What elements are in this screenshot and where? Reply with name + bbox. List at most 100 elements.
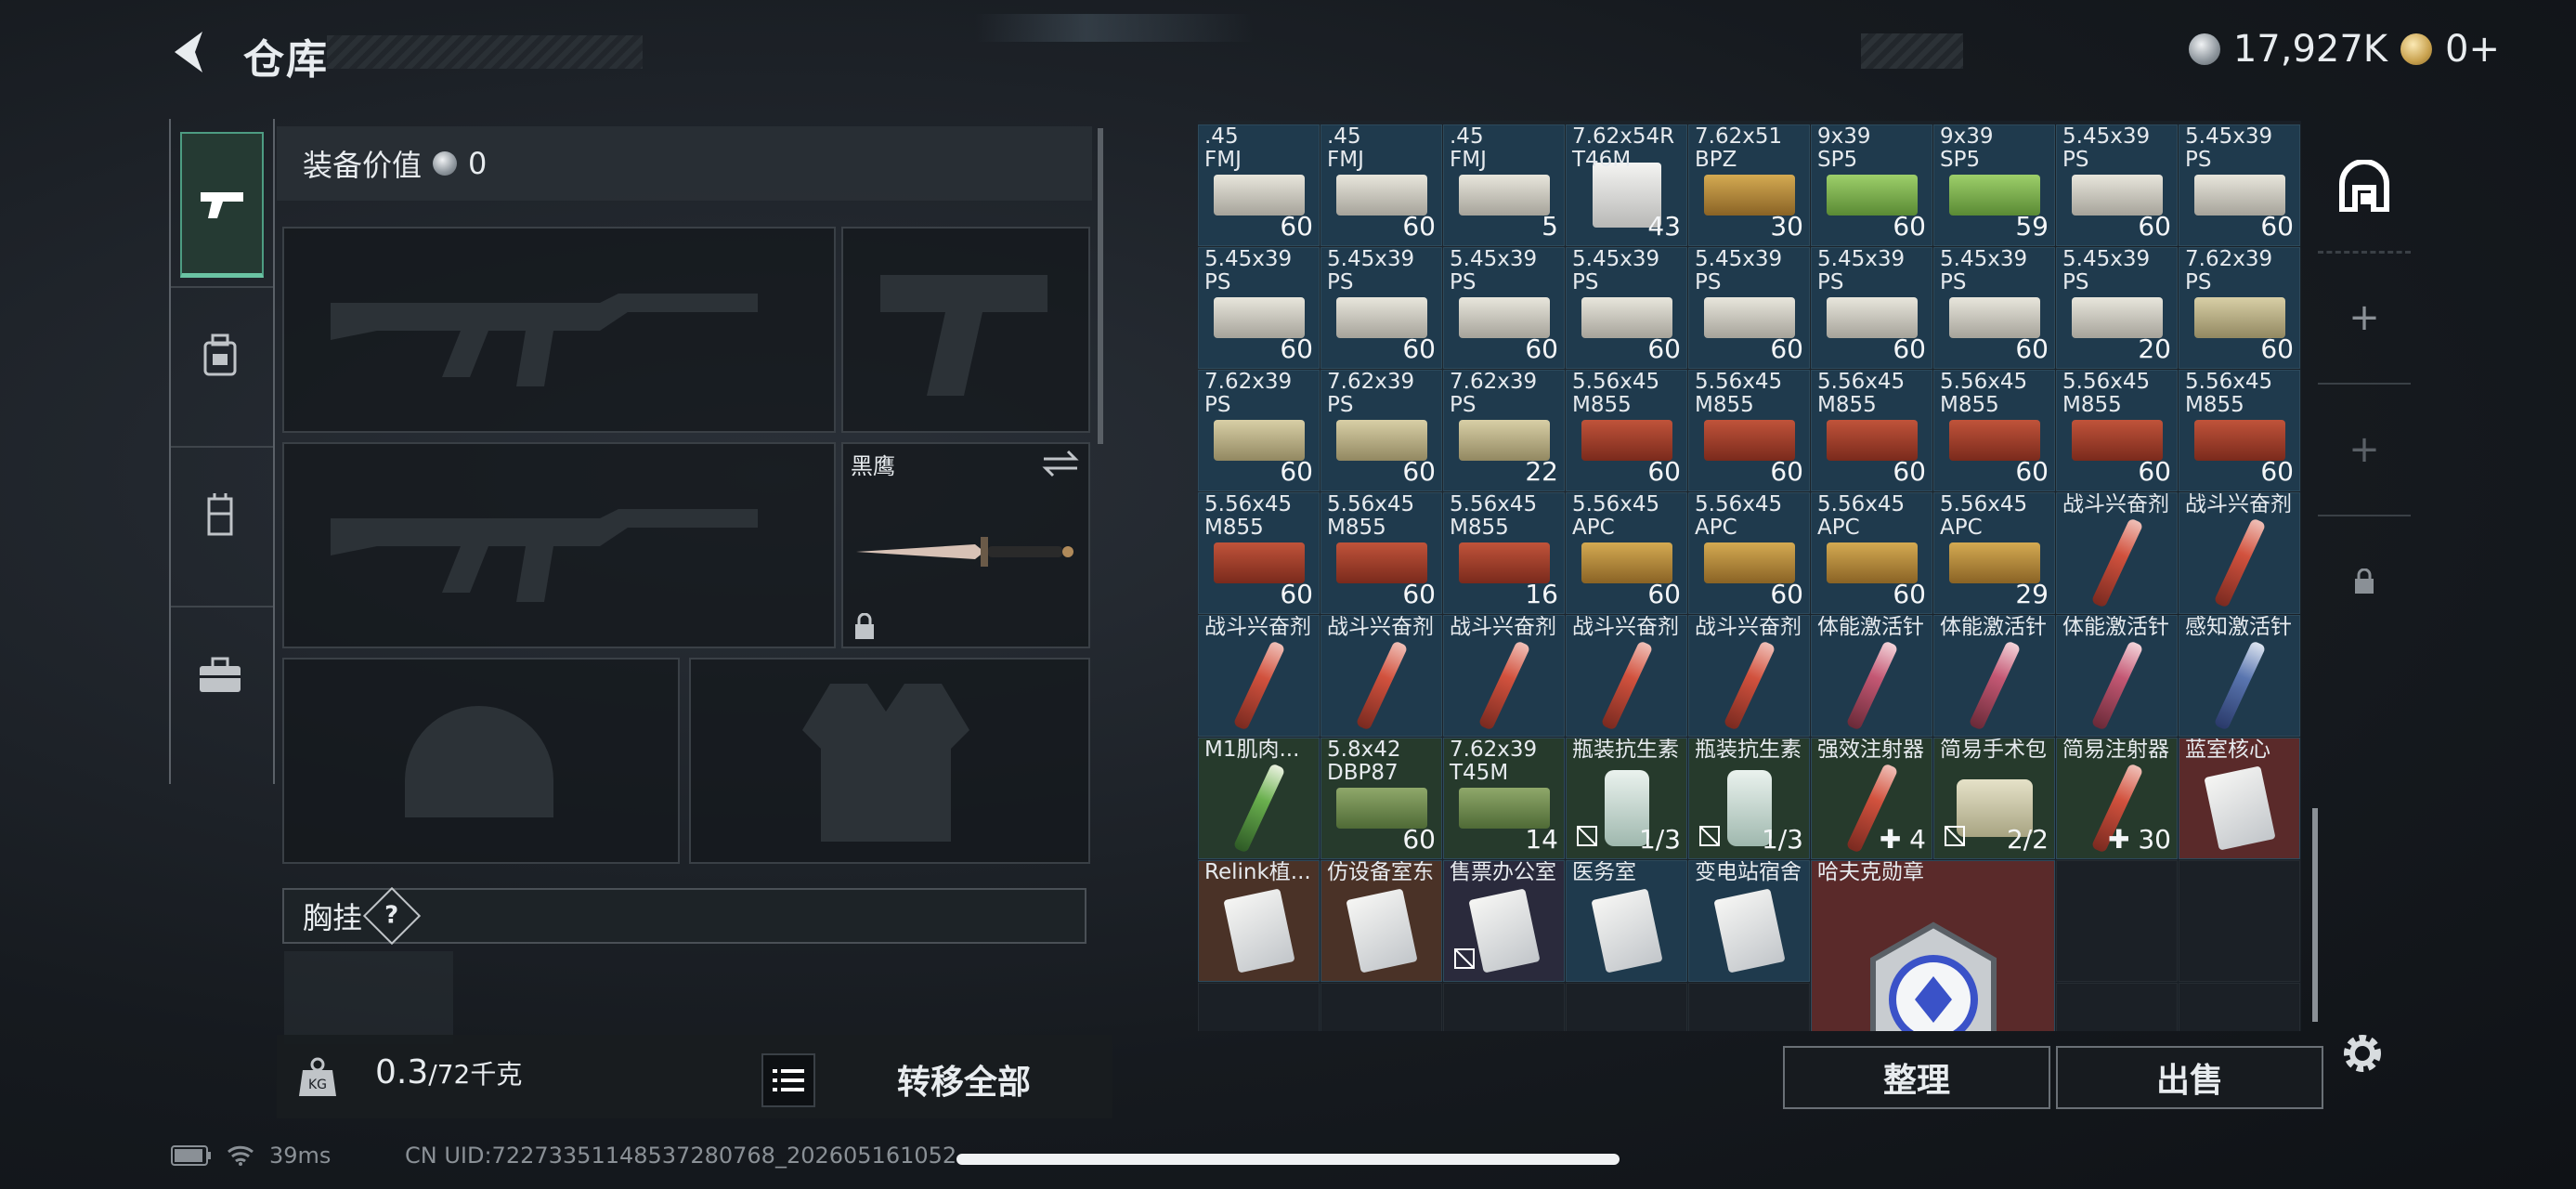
stash-item[interactable]: 7.62x39 T45M 14	[1443, 738, 1565, 859]
tab-armor[interactable]	[180, 446, 260, 585]
stash-item[interactable]: 5.45x39 PS 60	[2056, 124, 2178, 246]
tab-weapons[interactable]	[180, 132, 264, 278]
stash-item[interactable]: .45 FMJ 5	[1443, 124, 1565, 246]
stash-item[interactable]: M1肌肉...	[1198, 738, 1320, 859]
ammo-box-icon	[1826, 542, 1918, 583]
ammo-box-icon	[1213, 174, 1305, 216]
item-name: 哈夫克勋章	[1817, 860, 1924, 884]
stash-item[interactable]: 7.62x39 PS 60	[2179, 247, 2300, 369]
stash-item[interactable]: 瓶装抗生素 1/3	[1566, 738, 1687, 859]
stash-item[interactable]: 5.56x45 M855 60	[1198, 492, 1320, 614]
stash-item[interactable]: 医务室	[1566, 860, 1687, 982]
item-name: 5.56x45 M855	[1817, 370, 1906, 417]
stash-item[interactable]: 战斗兴奋剂	[2056, 492, 2178, 614]
stash-item[interactable]: 5.56x45 APC 60	[1811, 492, 1932, 614]
stash-item[interactable]: 5.45x39 PS 60	[1321, 247, 1442, 369]
transfer-all-button[interactable]: 转移全部	[897, 1055, 1031, 1104]
tab-case[interactable]	[180, 606, 260, 745]
back-arrow-icon[interactable]	[167, 26, 212, 78]
stash-item[interactable]: 蓝室核心	[2179, 738, 2300, 859]
stash-page-add-2[interactable]: +	[2318, 385, 2411, 516]
list-view-button[interactable]	[761, 1053, 815, 1107]
stash-item[interactable]: .45 FMJ 60	[1321, 124, 1442, 246]
stash-item[interactable]: 5.56x45 M855 60	[1688, 370, 1810, 491]
stash-item[interactable]: 7.62x39 PS 60	[1198, 370, 1320, 491]
stash-item[interactable]: 5.56x45 M855 16	[1443, 492, 1565, 614]
stash-item[interactable]: 简易手术包 2/2	[1933, 738, 2055, 859]
stash-item[interactable]: 5.45x39 PS 60	[1811, 247, 1932, 369]
syringe-icon	[1723, 640, 1776, 731]
stash-item[interactable]: 5.56x45 M855 60	[2179, 370, 2300, 491]
helmet-silhouette-icon	[405, 706, 553, 817]
stash-page-add-1[interactable]: +	[2318, 253, 2411, 385]
stash-item[interactable]: 体能激活针	[1933, 615, 2055, 737]
stash-page-main[interactable]	[2318, 121, 2411, 254]
stash-item[interactable]: 5.45x39 PS 20	[2056, 247, 2178, 369]
stash-item[interactable]: 5.45x39 PS 60	[1566, 247, 1687, 369]
stash-item[interactable]: 战斗兴奋剂	[1443, 615, 1565, 737]
stash-item[interactable]: 5.45x39 PS 60	[1443, 247, 1565, 369]
help-icon[interactable]: ?	[362, 886, 422, 946]
stash-item[interactable]: 仿设备室东	[1321, 860, 1442, 982]
stash-item[interactable]: 5.45x39 PS 60	[1198, 247, 1320, 369]
stash-item[interactable]: 5.56x45 M855 60	[1933, 370, 2055, 491]
stash-item[interactable]: 战斗兴奋剂	[1566, 615, 1687, 737]
armor-slot[interactable]	[689, 658, 1090, 864]
stash-item[interactable]: 战斗兴奋剂	[1688, 615, 1810, 737]
stash-item[interactable]: 感知激活针	[2179, 615, 2300, 737]
stash-item[interactable]: 体能激活针	[1811, 615, 1932, 737]
primary-weapon-slot-1[interactable]	[282, 227, 836, 433]
equipment-scrollbar[interactable]	[1098, 128, 1103, 444]
stash-item[interactable]: 5.45x39 PS 60	[1688, 247, 1810, 369]
stash-item[interactable]: 7.62x39 PS 60	[1321, 370, 1442, 491]
settings-gear-icon[interactable]	[2336, 1027, 2388, 1079]
stash-item[interactable]: 售票办公室	[1443, 860, 1565, 982]
stash-item[interactable]: 9x39 SP5 60	[1811, 124, 1932, 246]
stash-item[interactable]: 5.56x45 APC 60	[1688, 492, 1810, 614]
stash-item[interactable]: 5.56x45 APC 60	[1566, 492, 1687, 614]
sell-button[interactable]: 出售	[2056, 1046, 2323, 1109]
stash-item[interactable]: Relink植...	[1198, 860, 1320, 982]
stash-item[interactable]: 哈夫克勋章	[1811, 860, 2055, 1031]
pistol-slot[interactable]	[841, 227, 1090, 433]
home-indicator[interactable]	[956, 1154, 1620, 1165]
stash-item[interactable]: 简易注射器 ✚ 30	[2056, 738, 2178, 859]
stash-item[interactable]: 9x39 SP5 59	[1933, 124, 2055, 246]
stash-item[interactable]: 5.56x45 APC 29	[1933, 492, 2055, 614]
stash-item[interactable]: 战斗兴奋剂	[1198, 615, 1320, 737]
chest-rig-header[interactable]: 胸挂 ?	[282, 886, 1086, 946]
stash-item[interactable]: 战斗兴奋剂	[1321, 615, 1442, 737]
stash-item[interactable]: 5.56x45 M855 60	[1321, 492, 1442, 614]
item-name: 7.62x39 PS	[1204, 370, 1293, 417]
primary-weapon-slot-2[interactable]	[282, 442, 836, 648]
melee-slot[interactable]: 黑鹰	[841, 442, 1090, 648]
stash-item[interactable]: 瓶装抗生素 1/3	[1688, 738, 1810, 859]
stash-item[interactable]: 5.56x45 M855 60	[1566, 370, 1687, 491]
stash-item[interactable]: 变电站宿舍	[1688, 860, 1810, 982]
page-title: 仓库	[243, 36, 329, 84]
stash-item[interactable]: 战斗兴奋剂	[2179, 492, 2300, 614]
stash-item[interactable]: 7.62x51 BPZ 30	[1688, 124, 1810, 246]
stash-item[interactable]: 5.45x39 PS 60	[1933, 247, 2055, 369]
stash-item[interactable]: .45 FMJ 60	[1198, 124, 1320, 246]
stash-item[interactable]: 5.56x45 M855 60	[1811, 370, 1932, 491]
chest-rig-slot[interactable]	[284, 951, 453, 1044]
stash-item[interactable]: 5.56x45 M855 60	[2056, 370, 2178, 491]
stash-item[interactable]: 5.45x39 PS 60	[2179, 124, 2300, 246]
gold-amount[interactable]: 0+	[2445, 28, 2500, 71]
tab-backpack[interactable]	[180, 286, 260, 425]
helmet-slot[interactable]	[282, 658, 680, 864]
sort-button[interactable]: 整理	[1783, 1046, 2050, 1109]
stash-page-locked[interactable]	[2318, 516, 2411, 647]
ammo-box-icon	[1335, 296, 1427, 338]
stash-item[interactable]: 体能激活针	[2056, 615, 2178, 737]
item-name: 瓶装抗生素	[1572, 738, 1679, 762]
stash-item[interactable]: 强效注射器 ✚ 4	[1811, 738, 1932, 859]
stash-item[interactable]: 5.8x42 DBP87 60	[1321, 738, 1442, 859]
item-name: 5.56x45 APC	[1817, 492, 1906, 540]
stash-item[interactable]: 7.62x54R T46M 43	[1566, 124, 1687, 246]
ammo-box-icon	[1335, 419, 1427, 461]
item-name: 9x39 SP5	[1940, 124, 1994, 172]
stash-item[interactable]: 7.62x39 PS 22	[1443, 370, 1565, 491]
swap-icon[interactable]	[1042, 450, 1079, 477]
